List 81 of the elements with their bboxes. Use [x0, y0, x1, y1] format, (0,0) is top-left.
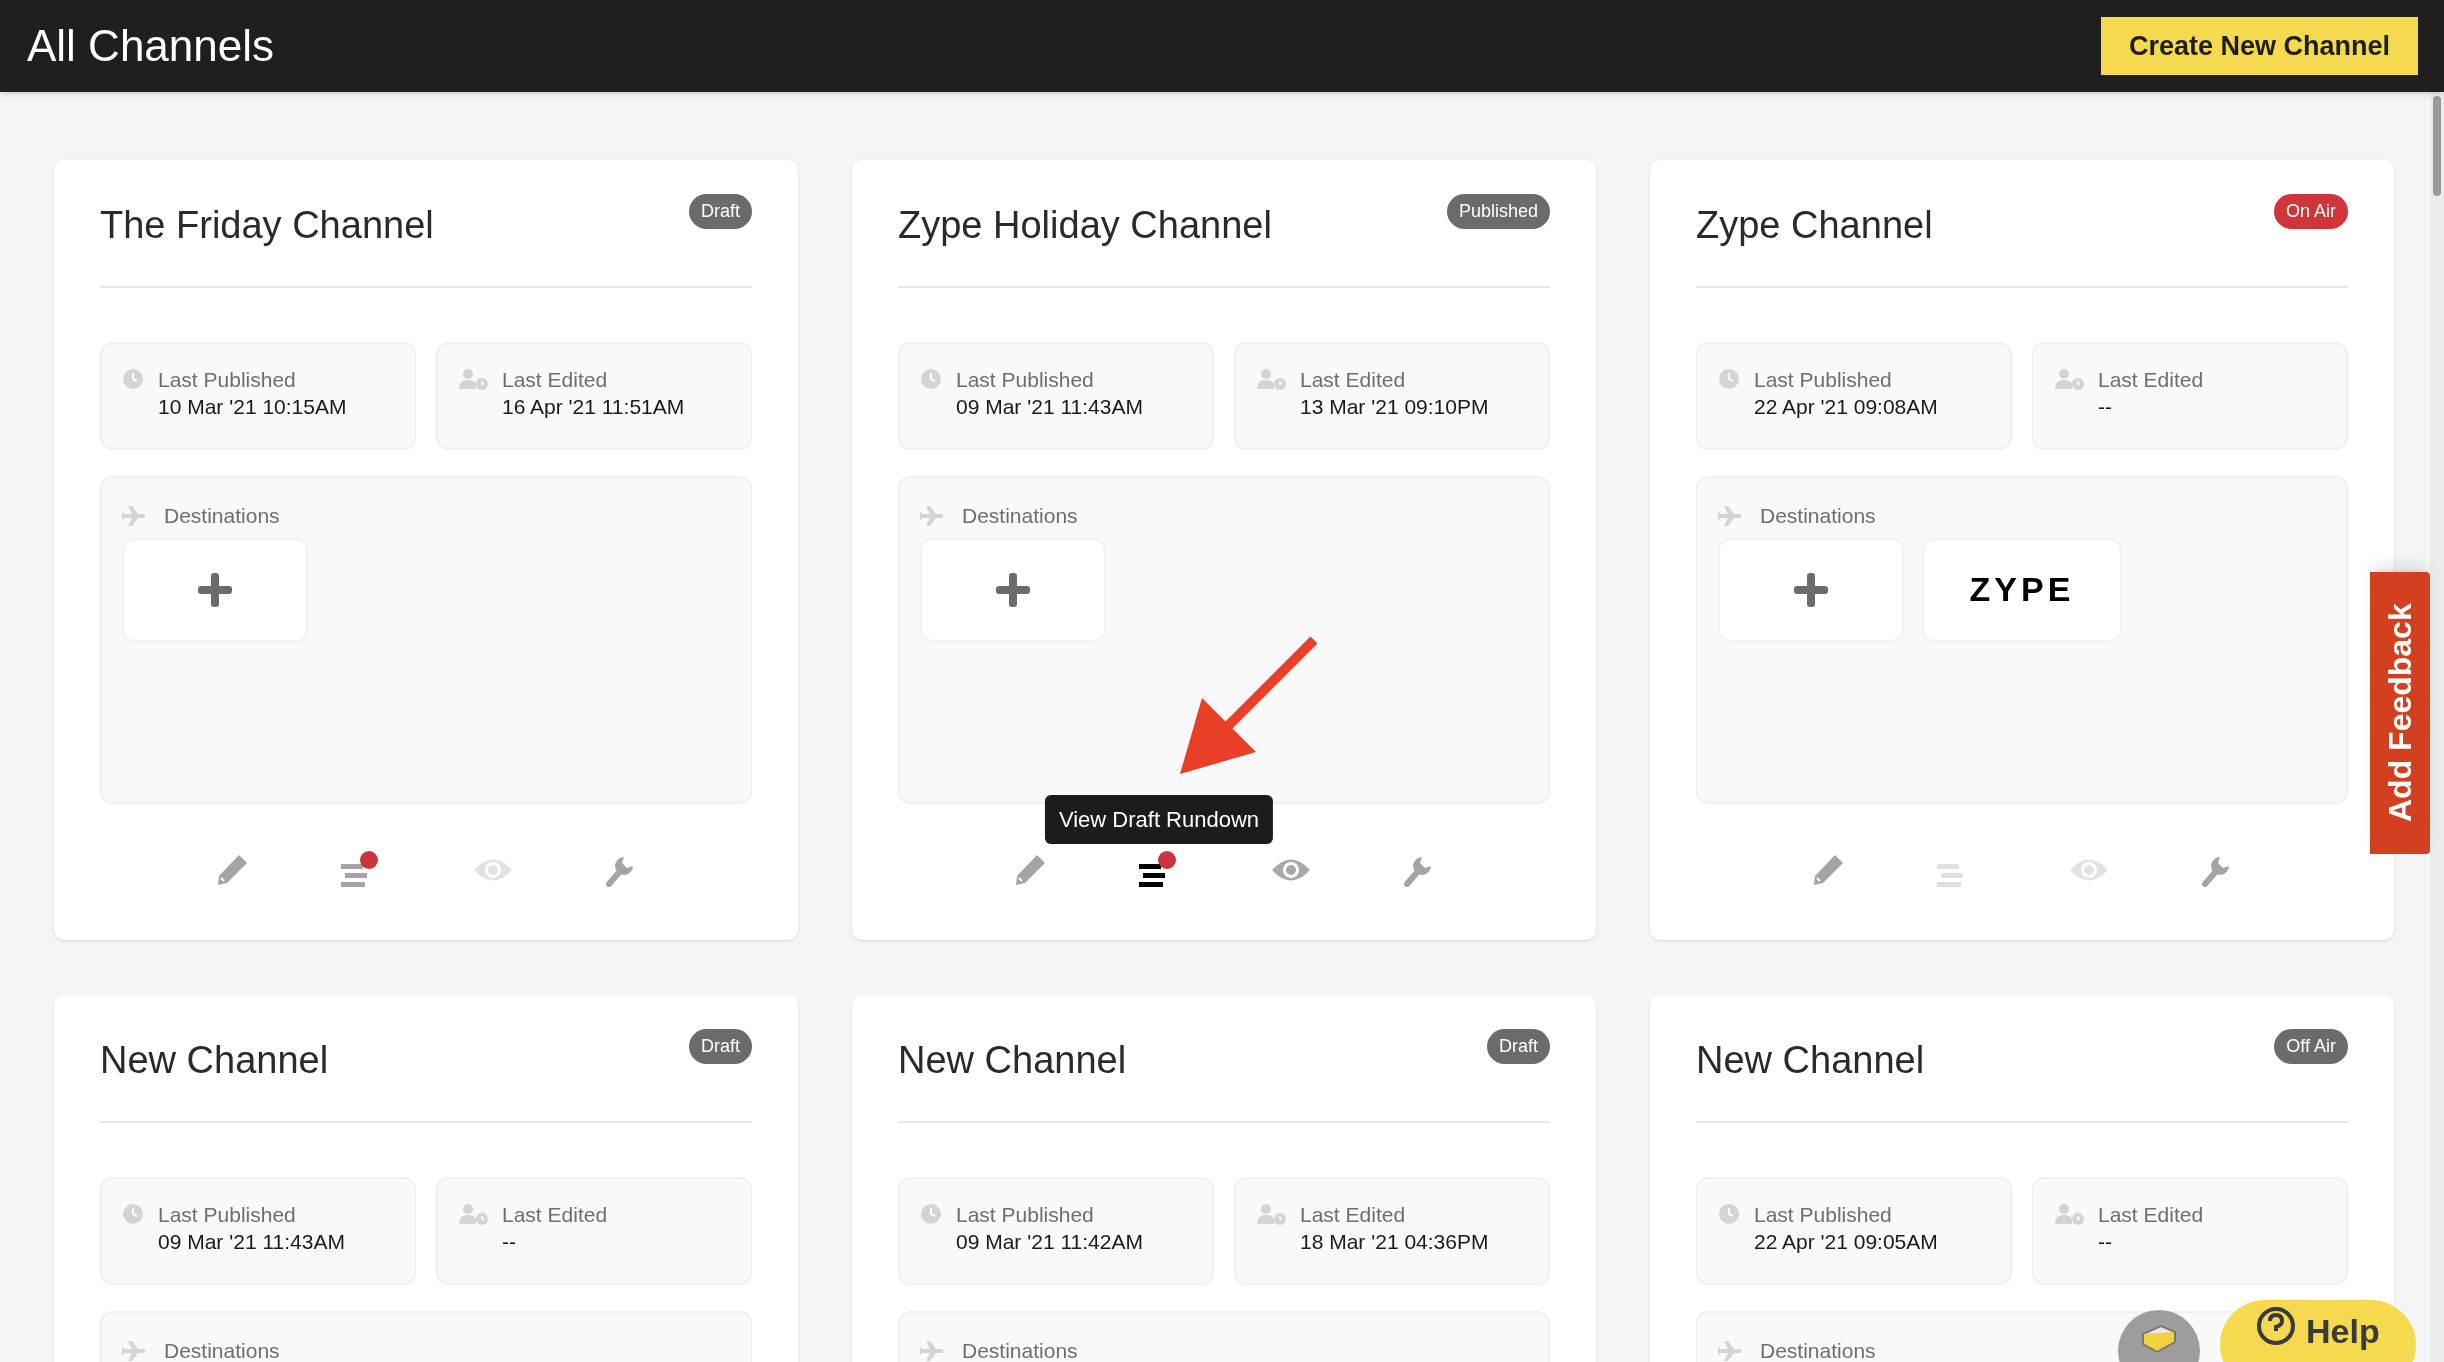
destinations-label: Destinations: [1760, 503, 1876, 529]
status-badge: Published: [1446, 194, 1550, 229]
channel-title: New Channel: [100, 1041, 329, 1079]
destinations-label: Destinations: [1760, 1338, 1876, 1362]
plus-icon: [1793, 571, 1829, 608]
add-destination-button[interactable]: [122, 537, 308, 642]
clock-icon: [920, 368, 942, 390]
eye-icon[interactable]: [2069, 857, 2109, 883]
help-icon: [2256, 1306, 2296, 1346]
info-label: Last Edited: [2098, 367, 2204, 393]
tooltip: View Draft Rundown: [1044, 795, 1274, 844]
info-value: --: [502, 1229, 517, 1256]
pencil-icon[interactable]: [1811, 853, 1845, 887]
clock-icon: [920, 1203, 942, 1225]
destinations-label: Destinations: [962, 1338, 1078, 1362]
info-value: 09 Mar '21 11:43AM: [158, 1229, 345, 1256]
status-badge: Draft: [1487, 1029, 1550, 1064]
airplane-icon: [122, 1339, 148, 1362]
feedback-tab[interactable]: Add Feedback: [2370, 572, 2430, 854]
channel-title: New Channel: [1696, 1041, 1925, 1079]
info-value: 09 Mar '21 11:43AM: [956, 394, 1143, 421]
user-clock-icon: [2054, 1203, 2084, 1225]
airplane-icon: [1718, 1339, 1744, 1362]
help-button[interactable]: Help: [2220, 1300, 2416, 1362]
info-value: 13 Mar '21 09:10PM: [1300, 394, 1489, 421]
plus-icon: [995, 571, 1031, 608]
destinations-label: Destinations: [164, 503, 280, 529]
airplane-icon: [920, 504, 946, 527]
info-label: Last Edited: [502, 367, 609, 393]
info-label: Last Published: [1754, 1202, 1893, 1228]
info-value: 16 Apr '21 11:51AM: [502, 394, 685, 421]
info-label: Last Published: [956, 367, 1095, 393]
clock-icon: [122, 1203, 144, 1225]
add-destination-button[interactable]: [920, 537, 1106, 642]
destinations-label: Destinations: [164, 1338, 280, 1362]
info-value: 10 Mar '21 10:15AM: [158, 394, 347, 421]
user-clock-icon: [458, 1203, 488, 1225]
eye-icon[interactable]: [473, 857, 513, 883]
add-destination-button[interactable]: [1718, 537, 1904, 642]
airplane-icon: [920, 1339, 946, 1362]
airplane-icon: [122, 504, 148, 527]
user-clock-icon: [458, 368, 488, 390]
info-value: 22 Apr '21 09:05AM: [1754, 1229, 1938, 1256]
info-label: Last Published: [956, 1202, 1095, 1228]
pencil-icon[interactable]: [215, 853, 249, 887]
airplane-icon: [1718, 504, 1744, 527]
clock-icon: [1718, 1203, 1740, 1225]
create-channel-button[interactable]: Create New Channel: [2100, 17, 2418, 75]
destination-logo[interactable]: ZYPE: [1922, 537, 2122, 642]
channel-title: Zype Holiday Channel: [898, 206, 1272, 244]
status-badge: On Air: [2273, 194, 2348, 229]
clock-icon: [1718, 368, 1740, 390]
eye-icon[interactable]: [1271, 857, 1311, 883]
book-icon: [2139, 1322, 2179, 1352]
status-badge: Off Air: [2274, 1029, 2348, 1064]
info-label: Last Edited: [2098, 1202, 2204, 1228]
destinations-label: Destinations: [962, 503, 1078, 529]
info-label: Last Published: [158, 1202, 297, 1228]
info-value: 09 Mar '21 11:42AM: [956, 1229, 1143, 1256]
clock-icon: [122, 368, 144, 390]
user-clock-icon: [2054, 368, 2084, 390]
status-badge: Draft: [689, 194, 752, 229]
info-label: Last Edited: [1300, 367, 1407, 393]
channel-title: Zype Channel: [1696, 206, 1933, 244]
info-label: Last Published: [158, 367, 297, 393]
info-value: 22 Apr '21 09:08AM: [1754, 394, 1938, 421]
pencil-icon[interactable]: [1013, 853, 1047, 887]
info-value: 18 Mar '21 04:36PM: [1300, 1229, 1489, 1256]
channel-title: New Channel: [898, 1041, 1127, 1079]
plus-icon: [197, 571, 233, 608]
scrollbar[interactable]: [2430, 92, 2444, 1362]
status-badge: Draft: [689, 1029, 752, 1064]
page-title: All Channels: [27, 20, 275, 72]
user-clock-icon: [1256, 1203, 1286, 1225]
channel-title: The Friday Channel: [100, 206, 434, 244]
info-label: Last Edited: [1300, 1202, 1407, 1228]
user-clock-icon: [1256, 368, 1286, 390]
info-value: --: [2098, 1229, 2113, 1256]
info-value: --: [2098, 394, 2113, 421]
info-label: Last Edited: [502, 1202, 608, 1228]
info-label: Last Published: [1754, 367, 1893, 393]
